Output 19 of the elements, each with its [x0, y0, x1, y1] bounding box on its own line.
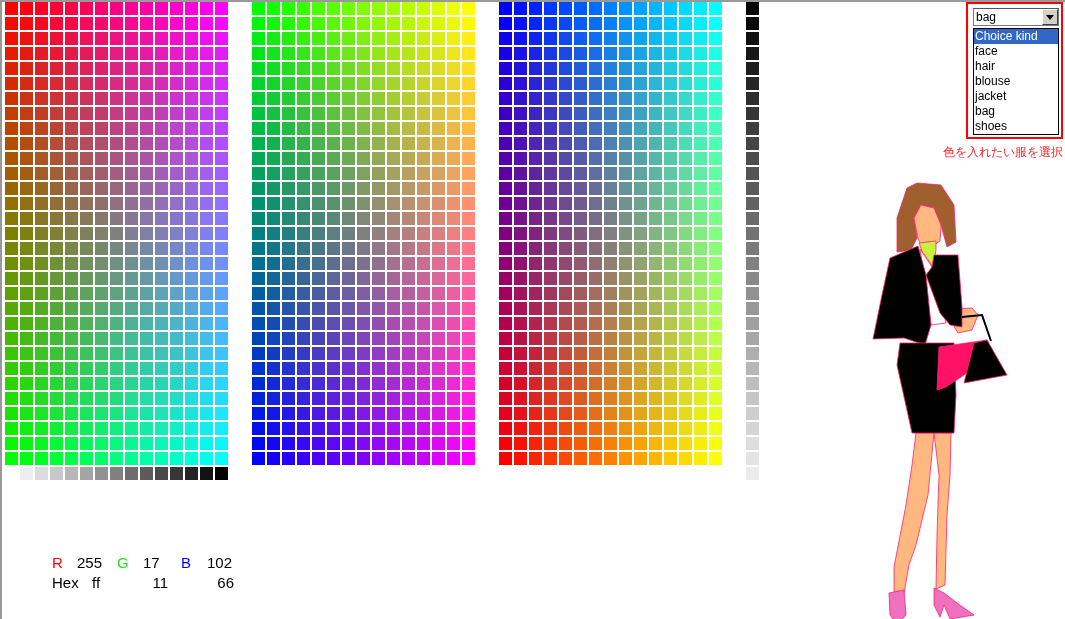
r-channel-value: 255 — [77, 553, 104, 573]
hex-b-value: 66 — [216, 573, 234, 593]
kind-option[interactable]: blouse — [974, 74, 1058, 89]
g-channel-value: 17 — [143, 553, 161, 573]
kind-option[interactable]: face — [974, 44, 1058, 59]
b-channel-value: 102 — [207, 553, 234, 573]
kind-option[interactable]: shoes — [974, 119, 1058, 134]
kind-option[interactable]: jacket — [974, 89, 1058, 104]
hex-g-value: 11 — [151, 573, 168, 593]
hex-label: Hex — [52, 573, 80, 593]
kind-option[interactable]: hair — [974, 59, 1058, 74]
kind-select[interactable]: bag — [973, 8, 1059, 26]
instruction-label: 色を入れたい服を選択 — [943, 144, 1063, 161]
g-channel-label: G — [117, 553, 130, 573]
r-channel-label: R — [52, 553, 64, 573]
b-channel-label: B — [181, 553, 192, 573]
kind-option[interactable]: Choice kind — [974, 29, 1058, 44]
kind-option[interactable]: bag — [974, 104, 1058, 119]
hex-r-value: ff — [92, 573, 102, 593]
